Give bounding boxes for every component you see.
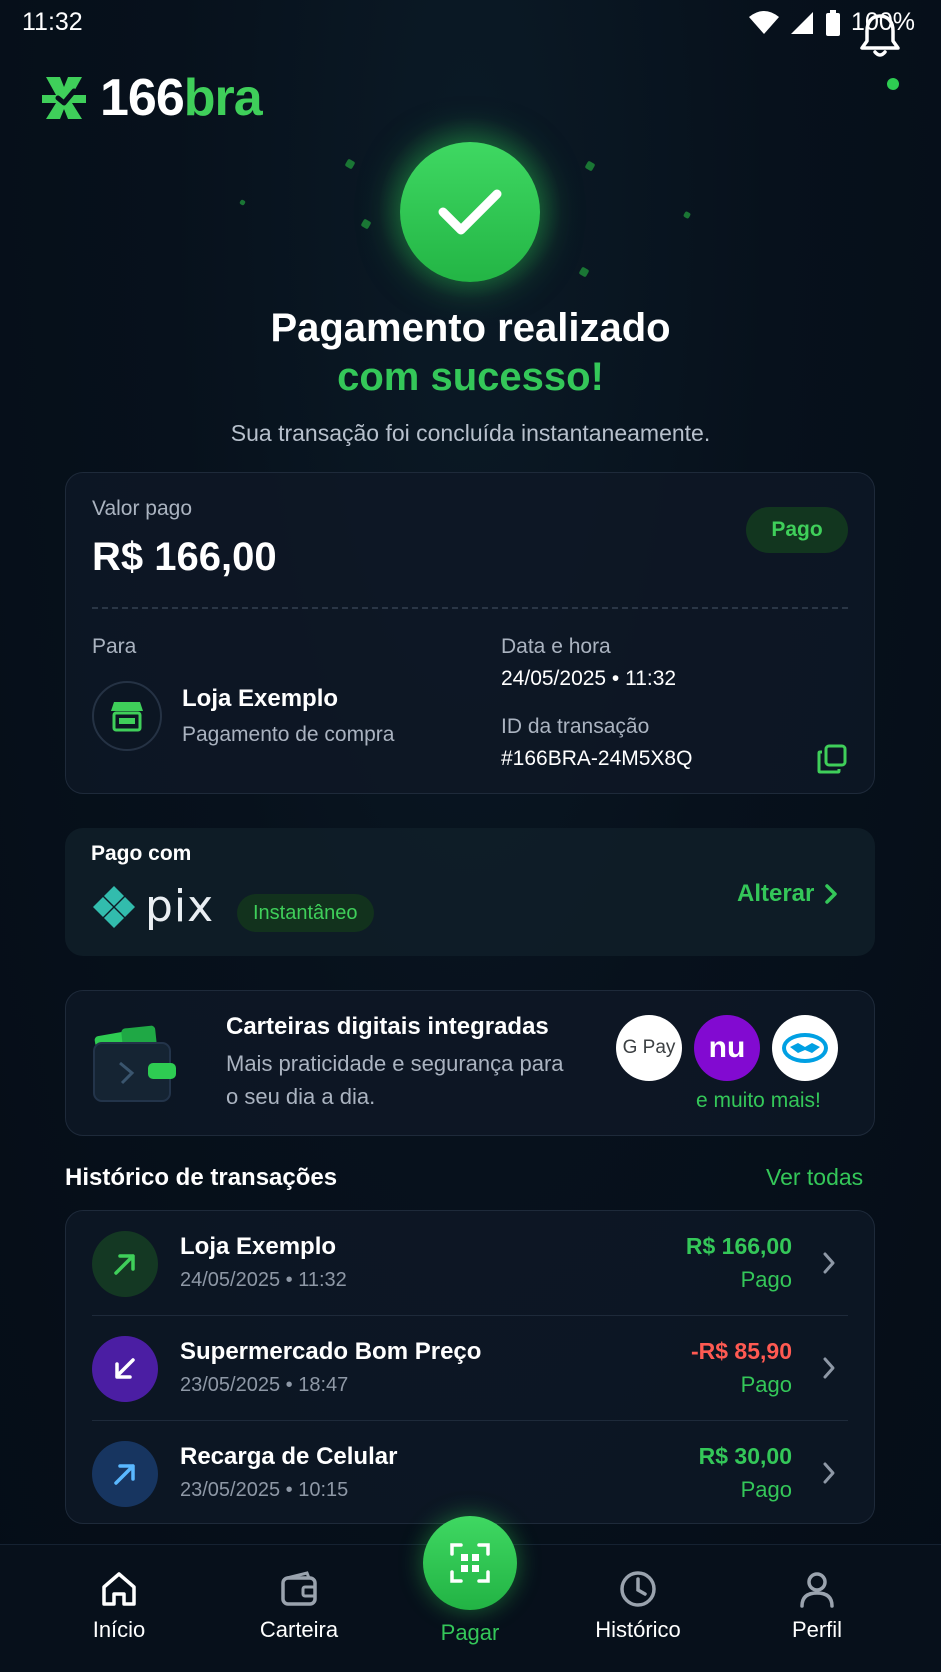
status-badge: Pago — [746, 507, 848, 553]
transaction-amount: R$ 30,00 — [698, 1443, 792, 1469]
transaction-history-list: Loja Exemplo 24/05/2025 • 11:32 R$ 166,0… — [65, 1210, 875, 1524]
signal-icon — [791, 11, 814, 34]
success-check — [400, 142, 540, 282]
home-icon — [102, 1572, 136, 1606]
datetime-label: Data e hora — [501, 635, 611, 658]
transaction-name: Recarga de Celular — [180, 1443, 398, 1470]
status-bar: 11:32 100% — [0, 0, 941, 48]
more-wallets-text: e muito mais! — [696, 1089, 821, 1112]
nav-profile-label: Perfil — [791, 1617, 843, 1642]
success-subtitle: Sua transação foi concluída instantaneam… — [230, 420, 711, 446]
nav-history-label: Histórico — [595, 1617, 681, 1642]
transaction-name: Supermercado Bom Preço — [180, 1338, 482, 1365]
google-pay-logo: G Pay — [616, 1015, 682, 1081]
sparkle — [239, 199, 246, 206]
digital-wallets-card[interactable]: Carteiras digitais integradas Mais prati… — [65, 990, 875, 1136]
pix-icon — [93, 886, 135, 928]
sparkle — [682, 210, 692, 220]
status-time: 11:32 — [22, 8, 83, 36]
mercado-pago-logo — [772, 1015, 838, 1081]
payment-method-card: Pago com pix Instantâneo Alterar — [65, 828, 875, 956]
merchant-description: Pagamento de compra — [182, 723, 395, 746]
history-title: Histórico de transações — [65, 1164, 338, 1191]
nav-history[interactable]: Histórico — [563, 1569, 713, 1643]
amount-label: Valor pago — [92, 497, 193, 520]
datetime-value: 24/05/2025 • 11:32 — [501, 667, 677, 690]
to-label: Para — [92, 635, 137, 658]
success-title: Pagamento realizado — [270, 306, 671, 350]
nubank-logo: nu — [694, 1015, 760, 1081]
sparkle — [584, 160, 596, 172]
success-title-highlight: com sucesso! — [337, 355, 604, 399]
wallets-title: Carteiras digitais integradas — [226, 1013, 549, 1040]
transaction-amount: -R$ 85,90 — [690, 1338, 792, 1364]
logo-text: 166bra — [100, 69, 263, 127]
app-logo: 166bra — [38, 69, 263, 127]
txid-value: #166BRA-24M5X8Q — [501, 747, 693, 770]
chevron-right-icon — [825, 884, 838, 904]
qr-scan-icon — [450, 1543, 490, 1583]
sparkle — [360, 218, 372, 230]
arrow-down-left-icon — [92, 1336, 158, 1402]
transaction-row[interactable]: Supermercado Bom Preço 23/05/2025 • 18:4… — [66, 1316, 876, 1420]
wallet-illustration-icon — [93, 1025, 176, 1102]
nav-profile[interactable]: Perfil — [742, 1569, 892, 1643]
transaction-row[interactable]: Recarga de Celular 23/05/2025 • 10:15 R$… — [66, 1421, 876, 1525]
arrow-up-right-icon — [92, 1441, 158, 1507]
transaction-name: Loja Exemplo — [180, 1233, 337, 1260]
wifi-icon — [749, 10, 780, 34]
chevron-right-icon — [823, 1462, 835, 1484]
user-icon — [800, 1572, 834, 1608]
nav-wallet[interactable]: Carteira — [224, 1569, 374, 1643]
pix-wordmark: pix — [145, 881, 215, 932]
sparkle — [344, 158, 356, 170]
nav-home[interactable]: Início — [44, 1569, 194, 1643]
payment-summary-card: Valor pago R$ 166,00 Pago Para Loja Exem… — [65, 472, 875, 794]
copy-icon[interactable] — [816, 743, 848, 775]
wallet-icon — [281, 1571, 317, 1606]
nav-pay-button[interactable] — [423, 1516, 517, 1610]
nav-home-label: Início — [92, 1617, 146, 1642]
check-icon — [438, 189, 502, 235]
see-all-link[interactable]: Ver todas — [766, 1164, 863, 1191]
change-method-label: Alterar — [737, 880, 815, 907]
instant-badge: Instantâneo — [237, 894, 374, 932]
transaction-amount: R$ 166,00 — [685, 1233, 792, 1259]
divider — [92, 607, 848, 609]
clock-icon — [620, 1571, 656, 1607]
notification-dot — [885, 76, 901, 92]
change-method-button[interactable]: Alterar — [737, 880, 838, 908]
txid-label: ID da transação — [501, 715, 650, 738]
transaction-status: Pago — [740, 1267, 792, 1292]
transaction-row[interactable]: Loja Exemplo 24/05/2025 • 11:32 R$ 166,0… — [66, 1211, 876, 1315]
store-icon — [92, 681, 162, 751]
nav-pay-label: Pagar — [440, 1620, 500, 1645]
amount-value: R$ 166,00 — [92, 535, 277, 579]
sparkle — [578, 266, 590, 278]
transaction-date: 23/05/2025 • 18:47 — [180, 1374, 349, 1396]
nav-wallet-label: Carteira — [259, 1617, 339, 1642]
paid-with-title: Pago com — [91, 842, 192, 865]
merchant-name: Loja Exemplo — [182, 685, 339, 712]
transaction-status: Pago — [740, 1477, 792, 1502]
chevron-right-icon — [823, 1252, 835, 1274]
transaction-date: 24/05/2025 • 11:32 — [180, 1269, 347, 1291]
notification-bell-icon[interactable] — [856, 10, 904, 60]
battery-icon — [826, 9, 841, 36]
transaction-status: Pago — [740, 1372, 792, 1397]
wallets-description: Mais praticidade e segurança para o seu … — [226, 1051, 564, 1109]
wallet-logos: G Pay nu — [616, 1015, 838, 1081]
transaction-date: 23/05/2025 • 10:15 — [180, 1479, 349, 1501]
arrow-up-right-icon — [92, 1231, 158, 1297]
logo-icon — [42, 77, 86, 119]
chevron-right-icon — [823, 1357, 835, 1379]
pix-logo: pix — [91, 884, 214, 930]
